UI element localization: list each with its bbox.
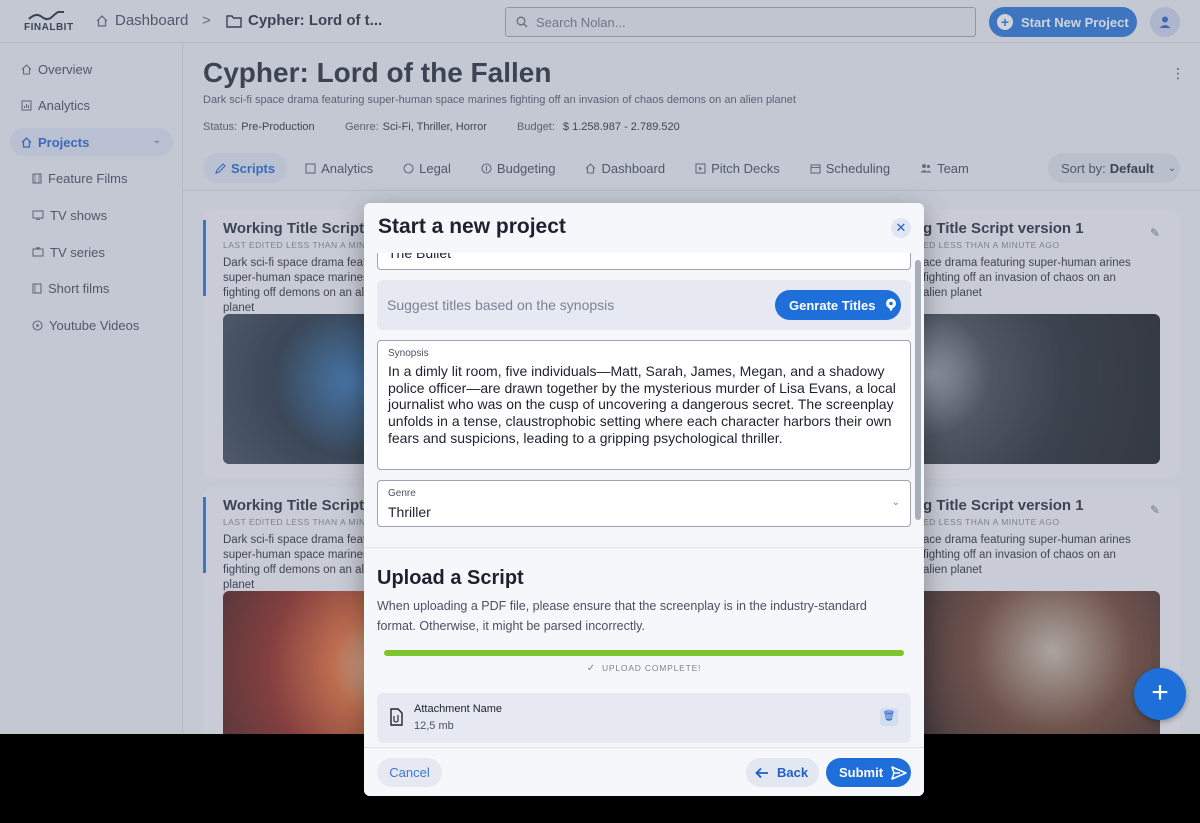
modal-title: Start a new project bbox=[378, 215, 566, 238]
arrow-left-icon bbox=[755, 767, 768, 778]
genre-select[interactable]: Genre Thriller ⌄ bbox=[377, 480, 911, 527]
modal-scrollbar[interactable] bbox=[915, 260, 921, 520]
upload-progress-bar bbox=[384, 650, 904, 656]
back-button[interactable]: Back bbox=[746, 758, 819, 787]
upload-status-text: UPLOAD COMPLETE! bbox=[601, 663, 702, 673]
genre-select-label: Genre bbox=[388, 488, 416, 499]
generate-titles-button[interactable]: Genrate Titles bbox=[775, 290, 901, 320]
modal-footer: Cancel Back Submit bbox=[364, 747, 924, 796]
synopsis-textarea[interactable]: Synopsis In a dimly lit room, five indiv… bbox=[377, 340, 911, 470]
new-project-modal: Start a new project ✕ The Bullet Suggest… bbox=[364, 203, 924, 796]
upload-status: ✓ UPLOAD COMPLETE! bbox=[364, 663, 924, 674]
submit-label: Submit bbox=[839, 765, 884, 780]
upload-section-title: Upload a Script bbox=[377, 567, 524, 589]
cancel-button[interactable]: Cancel bbox=[377, 758, 442, 787]
submit-button[interactable]: Submit bbox=[826, 758, 911, 787]
title-field[interactable]: The Bullet bbox=[377, 253, 911, 270]
lightbulb-icon bbox=[886, 298, 897, 312]
suggest-titles-panel: Suggest titles based on the synopsis Gen… bbox=[377, 280, 911, 330]
close-icon[interactable]: ✕ bbox=[891, 218, 911, 238]
check-icon: ✓ bbox=[586, 663, 596, 674]
suggest-placeholder: Suggest titles based on the synopsis bbox=[387, 297, 615, 313]
add-fab-button[interactable]: + bbox=[1134, 668, 1186, 720]
attachment-item[interactable]: Attachment Name 12,5 mb 🗑 bbox=[377, 693, 911, 743]
upload-description: When uploading a PDF file, please ensure… bbox=[377, 599, 867, 633]
synopsis-label: Synopsis bbox=[388, 348, 429, 359]
generate-titles-label: Genrate Titles bbox=[789, 297, 876, 313]
attachment-name: Attachment Name bbox=[414, 703, 503, 715]
upload-progress-fill bbox=[384, 650, 904, 656]
genre-select-value: Thriller bbox=[388, 504, 431, 520]
file-icon bbox=[390, 708, 403, 726]
modal-body[interactable]: The Bullet Suggest titles based on the s… bbox=[364, 253, 924, 747]
trash-icon[interactable]: 🗑 bbox=[880, 708, 898, 726]
section-divider bbox=[364, 547, 924, 548]
chevron-down-icon: ⌄ bbox=[891, 497, 900, 508]
attachment-size: 12,5 mb bbox=[414, 720, 454, 732]
back-label: Back bbox=[777, 765, 809, 780]
send-icon bbox=[891, 765, 907, 780]
synopsis-text: In a dimly lit room, five individuals—Ma… bbox=[388, 363, 896, 446]
